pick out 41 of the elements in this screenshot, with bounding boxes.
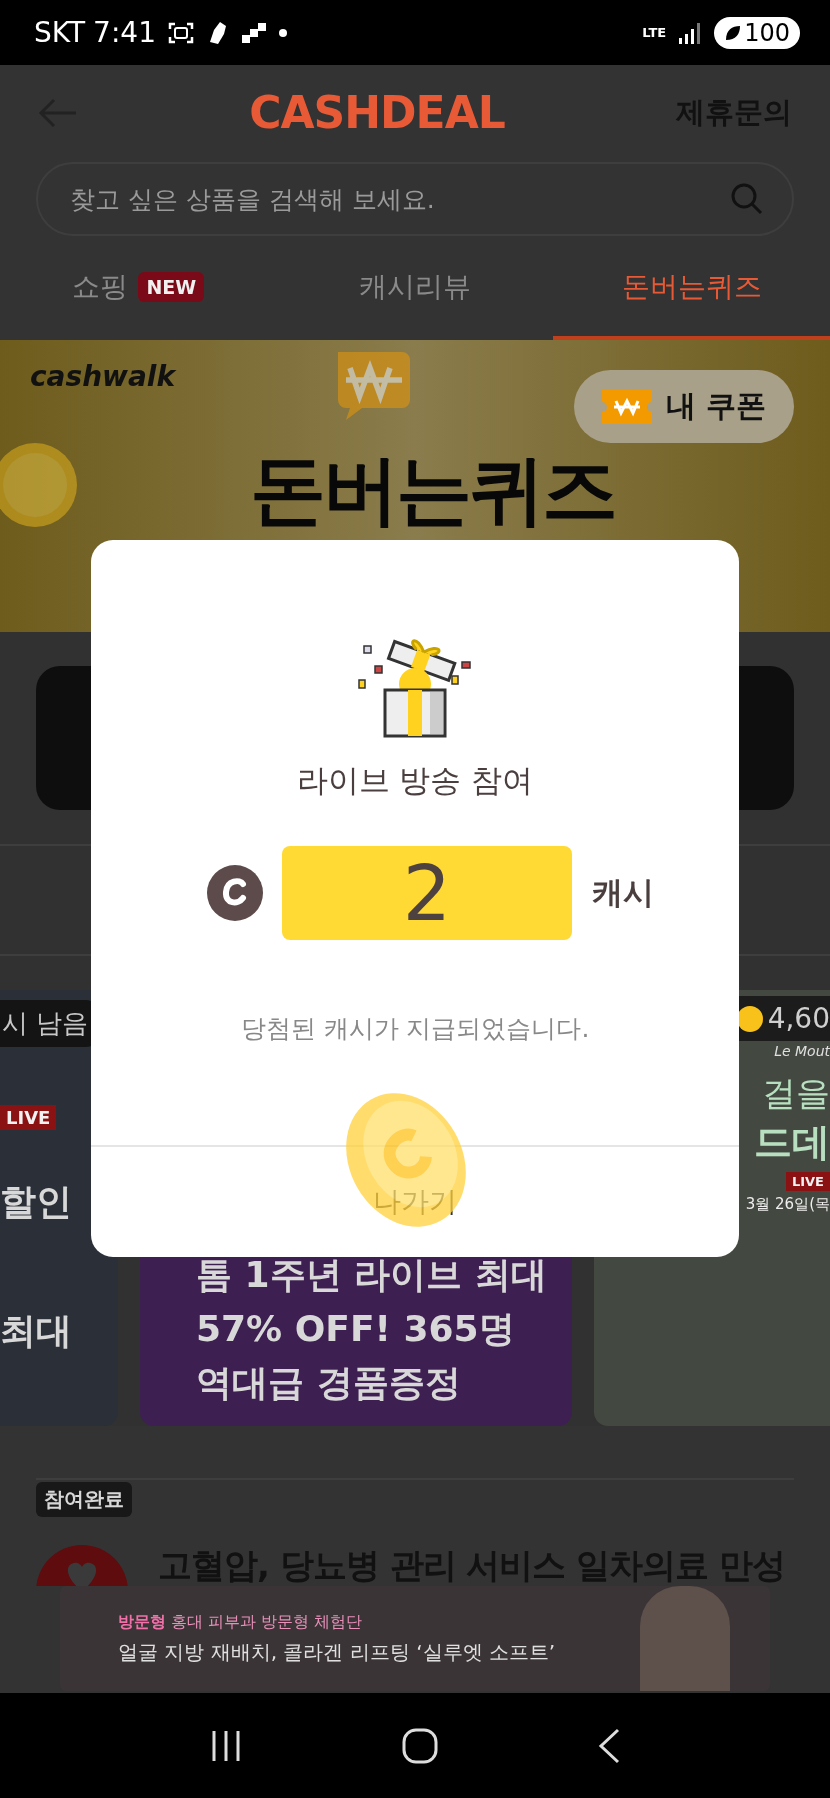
card-text: 드데 — [754, 1119, 830, 1166]
app-logo: CASHDEAL — [249, 87, 505, 138]
card-text: 57% OFF! 365명 — [196, 1307, 516, 1351]
card-text: 할인 — [0, 1180, 72, 1224]
ad-subtitle: 방문형 홍대 피부과 방문형 체험단 — [118, 1611, 364, 1633]
cash-coin-icon — [206, 864, 264, 922]
brand-label: Le Mout — [774, 1043, 830, 1059]
steps-icon — [241, 22, 266, 43]
cash-amount: 2 — [282, 846, 572, 940]
card-text: 최대 — [0, 1309, 72, 1353]
ticket-icon — [601, 389, 652, 424]
ad-headline: 얼굴 지방 재배치, 콜라겐 리프팅 ‘실루엣 소프트’ — [118, 1638, 556, 1666]
category-tab[interactable]: 캐시리뷰 — [276, 238, 554, 340]
search-field[interactable]: 찾고 싶은 상품을 검색해 보세요. — [36, 162, 794, 236]
ad-banner[interactable]: 방문형 홍대 피부과 방문형 체험단 얼굴 지방 재배치, 콜라겐 리프팅 ‘실루엣 소프트’ — [60, 1586, 770, 1691]
back-icon[interactable] — [596, 1727, 621, 1764]
coupon-button[interactable]: 내 쿠폰 — [573, 370, 794, 443]
network-label: LTE — [642, 25, 667, 40]
date-label: 3월 26일(목 — [745, 1195, 830, 1214]
status-badge: 참여완료 — [36, 1482, 132, 1517]
category-tab[interactable]: 쇼핑 NEW — [0, 238, 277, 340]
cash-unit-label: 캐시 — [592, 873, 654, 912]
card-text: 걸을 — [762, 1072, 830, 1115]
dot-icon — [277, 27, 288, 38]
carrier-label: SKT — [34, 16, 86, 49]
dialog-title: 라이브 방송 참여 — [296, 761, 534, 800]
signal-icon — [678, 21, 703, 44]
dialog-message: 당첨된 캐시가 지급되었습니다. — [240, 1013, 590, 1045]
clock-time: 7:41 — [93, 16, 156, 49]
battery-level: 100 — [744, 18, 790, 47]
brand-logo: cashwalk — [30, 360, 176, 393]
screenshot-icon — [167, 20, 194, 45]
live-badge: LIVE — [0, 1105, 57, 1130]
live-badge: LIVE — [785, 1172, 830, 1191]
leaf-icon — [724, 23, 743, 42]
new-badge: NEW — [138, 272, 205, 302]
card-text: 역대급 경품증정 — [196, 1361, 462, 1405]
coin-icon — [0, 440, 80, 530]
home-icon[interactable] — [402, 1727, 438, 1764]
points-label: 4,60 — [767, 1002, 830, 1035]
banner-title: 돈버는퀴즈 — [250, 444, 615, 536]
